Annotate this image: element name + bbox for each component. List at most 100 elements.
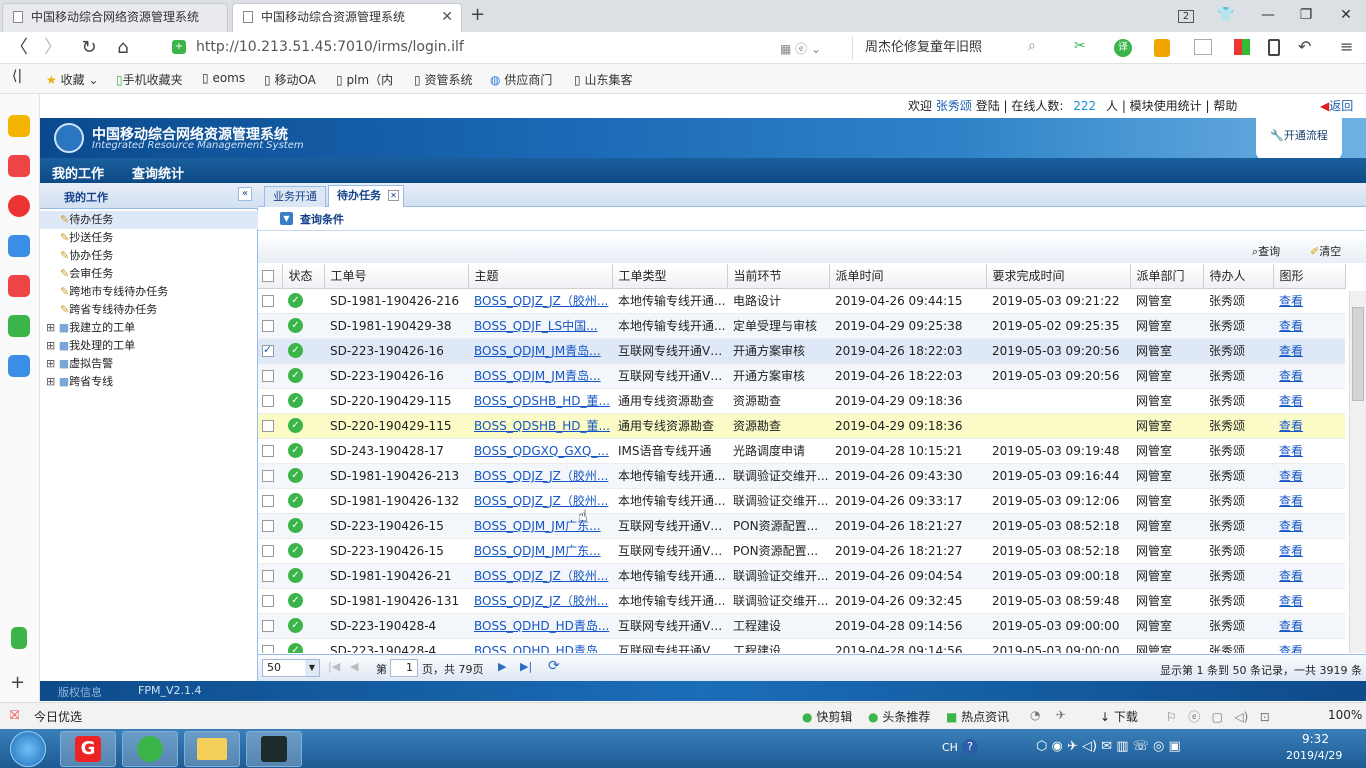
clear-button[interactable]: ✐清空 xyxy=(1310,243,1341,259)
clipboard-icon[interactable] xyxy=(11,627,27,649)
bookmark-oa[interactable]: ▯ 移动OA xyxy=(264,71,316,88)
tree-item-virtual-alarm[interactable]: ⊞ ■虚拟告警 xyxy=(40,355,258,373)
view-link[interactable]: 查看 xyxy=(1273,638,1345,653)
topic-link[interactable]: BOSS_QDJZ_JZ（胶州... xyxy=(468,288,612,314)
tree-item-assist[interactable]: ✎协办任务 xyxy=(40,247,258,265)
table-row[interactable]: ✓SD-223-190426-16BOSS_QDJM_JM青岛...互联网专线开… xyxy=(258,338,1345,364)
bookmark-supplier[interactable]: ◍ 供应商门 xyxy=(490,71,552,88)
view-link[interactable]: 查看 xyxy=(1273,513,1345,539)
topic-link[interactable]: BOSS_QDJM_JM广东... xyxy=(468,513,612,539)
clock-date[interactable]: 2019/4/29 xyxy=(1286,749,1342,762)
image-icon[interactable] xyxy=(1194,39,1212,55)
table-row[interactable]: ✓ SD-1981-190426-132 BOSS_QDJZ_JZ（胶州... 本地传… xyxy=(258,488,1345,514)
tab-count-button[interactable]: 2 xyxy=(1168,0,1204,32)
col-graph[interactable]: 图形 xyxy=(1273,264,1346,289)
bookmark-shandong[interactable]: ▯ 山东集客 xyxy=(574,71,632,88)
col-dept[interactable]: 派单部门 xyxy=(1130,264,1204,289)
mail-icon[interactable] xyxy=(8,235,30,257)
start-button[interactable] xyxy=(10,731,46,767)
search-input[interactable]: 周杰伦修复童年旧照 xyxy=(852,36,1052,60)
col-topic[interactable]: 主题 xyxy=(468,264,613,289)
table-row[interactable]: ✓ SD-1981-190426-213 BOSS_QDJZ_JZ（胶州... 本地传… xyxy=(258,463,1345,489)
browser-tab[interactable]: 中国移动综合网络资源管理系统 xyxy=(2,3,228,32)
browser-tab-active[interactable]: 中国移动综合资源管理系统 ✕ xyxy=(232,3,462,32)
sidebar-toggle-icon[interactable]: ⟨| xyxy=(12,68,22,84)
page-input[interactable]: 1 xyxy=(390,659,418,677)
tree-item-cross-city[interactable]: ✎跨地市专线待办任务 xyxy=(40,283,258,301)
reload-icon[interactable]: ↻ xyxy=(76,36,102,60)
taskbar-app-red[interactable]: G xyxy=(60,731,116,767)
today-picks[interactable]: 今日优选 xyxy=(34,708,82,725)
collapse-icon[interactable]: « xyxy=(238,187,252,201)
scissors-icon[interactable]: ✂ xyxy=(1074,38,1086,54)
tree-item-created[interactable]: ⊞ ■我建立的工单 xyxy=(40,319,258,337)
tab-todo[interactable]: 待办任务 ✕ xyxy=(328,185,404,207)
view-link[interactable]: 查看 xyxy=(1273,413,1345,439)
row-checkbox[interactable] xyxy=(258,288,282,314)
phone-icon[interactable] xyxy=(1268,39,1280,56)
grid-scrollbar[interactable] xyxy=(1349,291,1366,653)
statusbar-tools-icons[interactable]: ◔ ✈ xyxy=(1030,708,1066,722)
topic-link[interactable]: BOSS_QDGXQ_GXQ_... xyxy=(468,438,612,464)
view-link[interactable]: 查看 xyxy=(1273,288,1345,314)
table-row[interactable]: ✓ SD-223-190428-4 BOSS_QDHD_HD青岛... 互联网专线开通… xyxy=(258,638,1345,653)
shirt-icon[interactable]: 👕 xyxy=(1208,0,1244,32)
col-order-no[interactable]: 工单号 xyxy=(324,264,469,289)
scrollbar-thumb[interactable] xyxy=(1352,307,1364,401)
shield-icon[interactable] xyxy=(1154,39,1170,57)
row-checkbox[interactable] xyxy=(258,363,282,389)
table-row[interactable]: ✓ SD-1981-190426-216 BOSS_QDJZ_JZ（胶州... 本地传… xyxy=(258,288,1345,314)
clock-time[interactable]: 9:32 xyxy=(1302,732,1329,746)
home-icon[interactable]: ⌂ xyxy=(110,36,136,60)
row-checkbox[interactable] xyxy=(258,563,282,589)
topic-link[interactable]: BOSS_QDJM_JM青岛... xyxy=(468,338,612,364)
nav-my-work[interactable]: 我的工作 xyxy=(52,163,104,182)
view-link[interactable]: 查看 xyxy=(1273,363,1345,389)
table-row[interactable]: ✓ SD-220-190429-115 BOSS_QDSHB_HD_董... 通用专线… xyxy=(258,413,1345,439)
row-checkbox[interactable] xyxy=(258,388,282,414)
bookmark-favorites[interactable]: ★ 收藏 ⌄ xyxy=(46,71,98,88)
add-icon[interactable]: + xyxy=(10,672,25,693)
taskbar-explorer[interactable] xyxy=(184,731,240,767)
translate-icon[interactable]: 译 xyxy=(1114,39,1132,57)
view-link[interactable]: 查看 xyxy=(1273,588,1345,614)
view-link[interactable]: 查看 xyxy=(1273,338,1345,364)
select-all-checkbox[interactable] xyxy=(258,264,283,289)
expand-icon[interactable]: ⊞ xyxy=(46,321,55,334)
close-tab-icon[interactable]: ✕ xyxy=(441,4,453,30)
menu-icon[interactable]: ≡ xyxy=(1340,37,1353,56)
view-link[interactable]: 查看 xyxy=(1273,563,1345,589)
view-link[interactable]: 查看 xyxy=(1273,538,1345,564)
new-tab-button[interactable]: + xyxy=(470,4,485,25)
topic-link[interactable]: BOSS_QDHD_HD青岛... xyxy=(468,638,612,653)
prev-page-icon[interactable]: ◀ xyxy=(350,660,358,673)
back-icon[interactable]: 〈 xyxy=(6,36,32,60)
statusbar-item[interactable]: ● 快剪辑 xyxy=(802,708,852,725)
tree-item-cross-province[interactable]: ✎跨省专线待办任务 xyxy=(40,301,258,319)
forward-icon[interactable]: 〉 xyxy=(40,36,66,60)
row-checkbox[interactable] xyxy=(258,463,282,489)
topic-link[interactable]: BOSS_QDSHB_HD_董... xyxy=(468,413,612,439)
help-icon[interactable]: ? xyxy=(962,739,978,755)
first-page-icon[interactable]: |◀ xyxy=(328,660,340,673)
statusbar-item[interactable]: ■ 热点资讯 xyxy=(946,708,1009,725)
view-link[interactable]: 查看 xyxy=(1273,388,1345,414)
bookmark-mobile[interactable]: ▯手机收藏夹 xyxy=(116,71,183,88)
topic-link[interactable]: BOSS_QDJZ_JZ（胶州... xyxy=(468,488,612,514)
table-row[interactable]: ✓ SD-223-190428-4 BOSS_QDHD_HD青岛... 互联网专线开通… xyxy=(258,613,1345,639)
table-row[interactable]: ✓ SD-1981-190429-38 BOSS_QDJF_LS中国... 本地传输专… xyxy=(258,313,1345,339)
document-icon[interactable] xyxy=(8,355,30,377)
taskbar-browser[interactable] xyxy=(122,731,178,767)
query-button[interactable]: ⌕查询 xyxy=(1252,243,1280,259)
bookmark-plm[interactable]: ▯ plm（内 xyxy=(336,71,393,88)
taskbar-app-dark[interactable] xyxy=(246,731,302,767)
expand-icon[interactable]: ⊞ xyxy=(46,375,55,388)
table-row[interactable]: ✓ SD-243-190428-17 BOSS_QDGXQ_GXQ_... IMS语音… xyxy=(258,438,1345,464)
topic-link[interactable]: BOSS_QDJM_JM广东... xyxy=(468,538,612,564)
search-icon[interactable]: ⌕ xyxy=(1028,38,1036,54)
page-tools-icons[interactable]: ▦ ⓔ ⌄ xyxy=(780,40,821,57)
row-checkbox[interactable] xyxy=(258,313,282,339)
weibo-icon[interactable] xyxy=(8,195,30,217)
col-status[interactable]: 状态 xyxy=(282,264,325,289)
query-section-header[interactable]: ▼ 查询条件 xyxy=(258,207,1366,231)
